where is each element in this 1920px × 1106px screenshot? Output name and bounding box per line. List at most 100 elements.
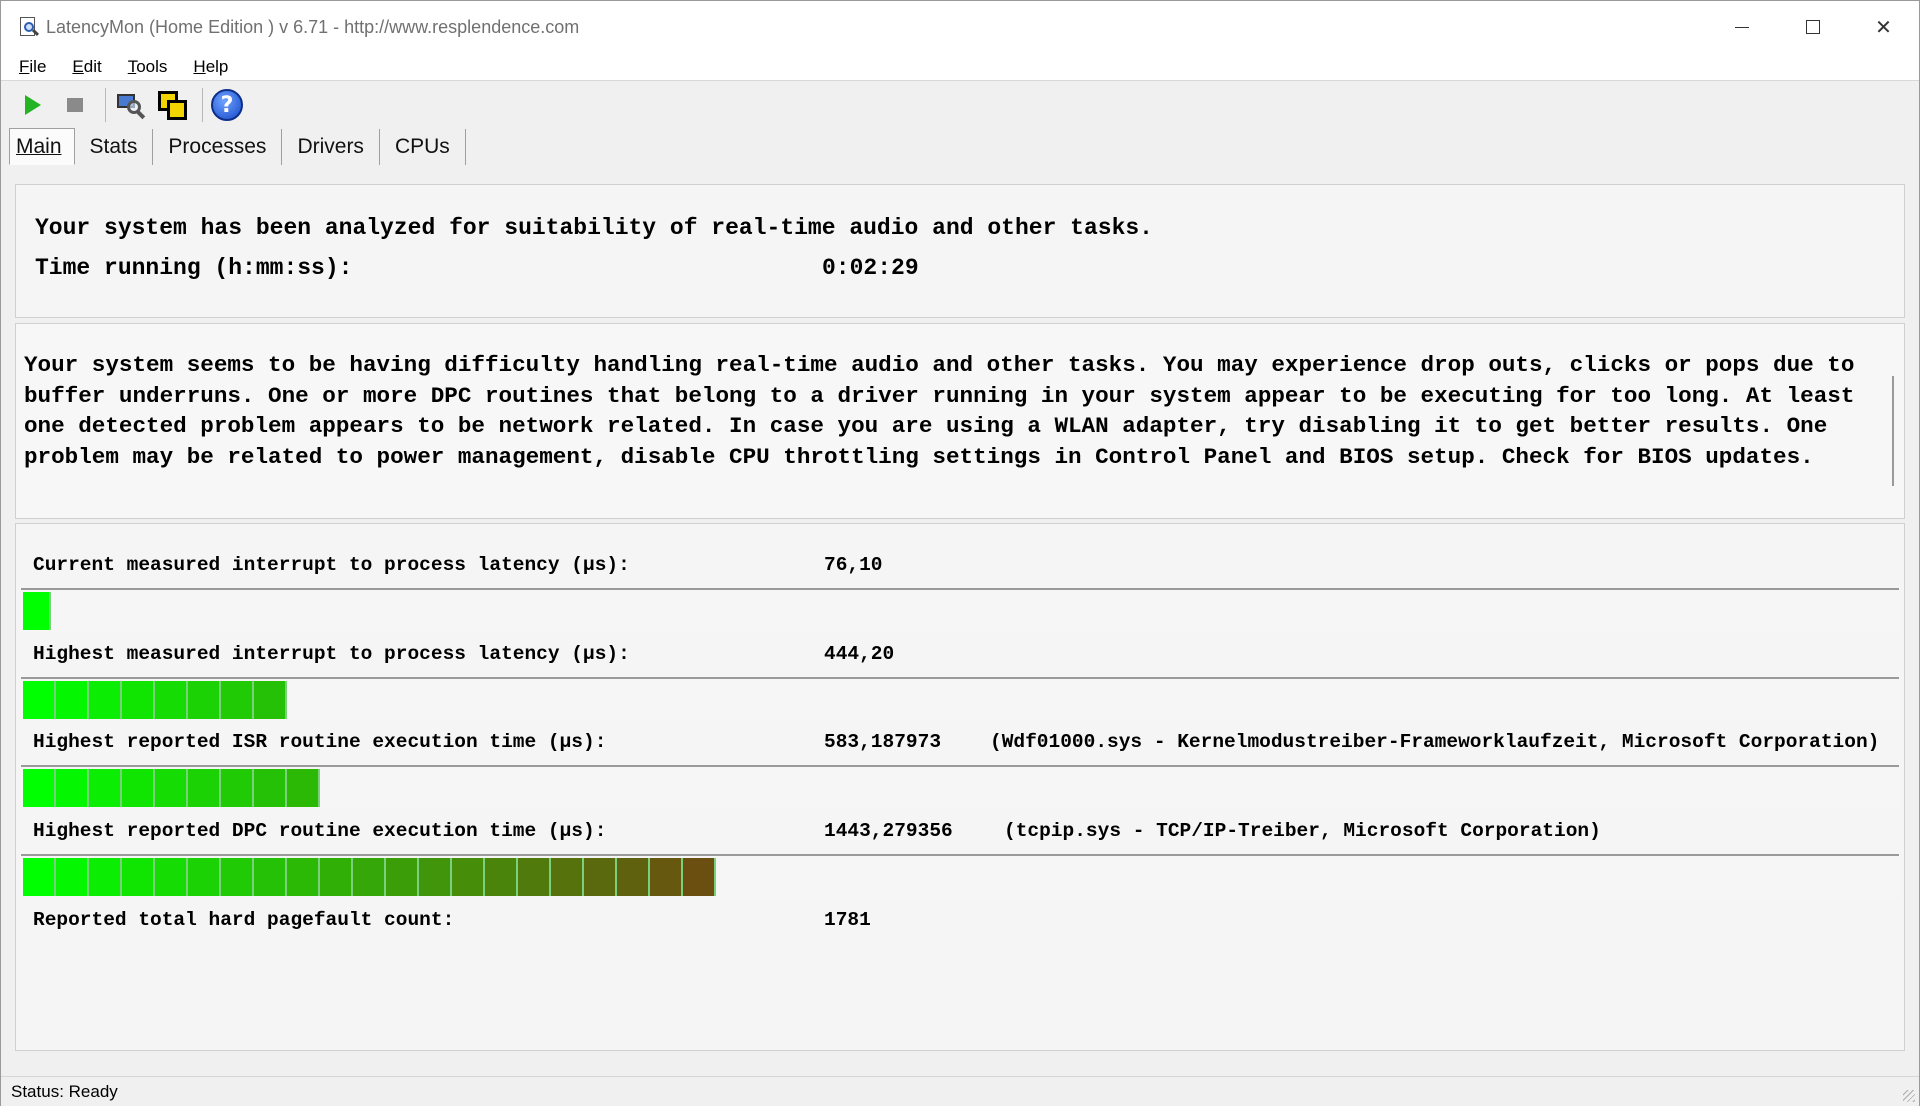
bar-segment	[452, 858, 485, 896]
tab-bar: Main Stats Processes Drivers CPUs	[9, 127, 466, 165]
analysis-statement: Your system has been analyzed for suitab…	[35, 215, 1153, 241]
bar-segment	[518, 858, 551, 896]
bar-segment	[23, 592, 51, 630]
bar-segment	[386, 858, 419, 896]
metric-value-isr-time: 583,187973	[824, 731, 942, 753]
title-bar: LatencyMon (Home Edition ) v 6.71 - http…	[1, 1, 1919, 53]
bar-segment	[56, 681, 89, 719]
resize-grip-icon[interactable]	[1903, 1090, 1915, 1102]
bar-segment	[584, 858, 617, 896]
toolbar-separator	[202, 88, 203, 122]
menu-edit[interactable]: Edit	[68, 57, 105, 77]
tab-main[interactable]: Main	[9, 128, 75, 165]
window-controls: ✕	[1706, 1, 1919, 53]
summary-panel: Your system has been analyzed for suitab…	[15, 184, 1905, 318]
start-button[interactable]	[15, 87, 51, 123]
bar-segment	[155, 769, 188, 807]
menu-file[interactable]: File	[15, 57, 50, 77]
bar-isr-time	[21, 765, 1899, 809]
bar-segment	[122, 681, 155, 719]
toolbar: ?	[1, 83, 1919, 127]
bar-segment	[188, 769, 221, 807]
bar-fill	[23, 592, 51, 630]
metrics-panel: Current measured interrupt to process la…	[15, 523, 1905, 1051]
bar-segment	[221, 858, 254, 896]
close-icon: ✕	[1875, 16, 1892, 39]
bar-segment	[485, 858, 518, 896]
time-running-label: Time running (h:mm:ss):	[35, 255, 353, 281]
bar-segment	[23, 681, 56, 719]
status-bar: Status: Ready	[1, 1076, 1919, 1106]
help-button[interactable]: ?	[209, 87, 245, 123]
stop-icon	[67, 98, 83, 112]
conclusion-message: Your system seems to be having difficult…	[24, 352, 1855, 470]
bar-dpc-time	[21, 854, 1899, 898]
bar-segment	[650, 858, 683, 896]
window-title: LatencyMon (Home Edition ) v 6.71 - http…	[46, 16, 580, 37]
maximize-button[interactable]	[1777, 1, 1848, 53]
metric-label-pagefault-count: Reported total hard pagefault count:	[33, 909, 455, 931]
bar-segment	[254, 858, 287, 896]
bar-segment	[221, 681, 254, 719]
bar-segment	[221, 769, 254, 807]
latencymon-app-icon	[18, 16, 40, 38]
help-icon: ?	[211, 89, 243, 121]
conclusion-panel: Your system seems to be having difficult…	[15, 323, 1905, 519]
monitor-icon	[115, 90, 146, 120]
bar-segment	[23, 769, 56, 807]
metric-label-current-latency: Current measured interrupt to process la…	[33, 554, 630, 576]
bar-segment	[320, 858, 353, 896]
tab-processes[interactable]: Processes	[153, 129, 283, 165]
metric-driver-dpc: (tcpip.sys - TCP/IP-Treiber, Microsoft C…	[1004, 820, 1601, 842]
bar-segment	[56, 858, 89, 896]
bar-segment	[122, 769, 155, 807]
menu-tools[interactable]: Tools	[124, 57, 172, 77]
bar-segment	[89, 769, 122, 807]
tab-cpus[interactable]: CPUs	[380, 129, 466, 165]
tab-stats[interactable]: Stats	[75, 129, 154, 165]
bar-segment	[155, 858, 188, 896]
bar-fill	[23, 769, 320, 807]
metric-value-highest-latency: 444,20	[824, 643, 895, 665]
bar-segment	[23, 858, 56, 896]
bar-segment	[287, 769, 320, 807]
time-running-value: 0:02:29	[822, 255, 919, 281]
bar-segment	[155, 681, 188, 719]
metric-value-pagefault-count: 1781	[824, 909, 871, 931]
metric-label-dpc-time: Highest reported DPC routine execution t…	[33, 820, 607, 842]
bar-segment	[551, 858, 584, 896]
bar-fill	[23, 681, 287, 719]
metric-driver-isr: (Wdf01000.sys - Kernelmodustreiber-Frame…	[990, 731, 1880, 753]
bar-segment	[353, 858, 386, 896]
bar-segment	[122, 858, 155, 896]
metric-label-highest-latency: Highest measured interrupt to process la…	[33, 643, 630, 665]
monitor-button[interactable]	[112, 87, 148, 123]
minimize-icon	[1734, 26, 1749, 28]
bar-segment	[188, 681, 221, 719]
bar-segment	[287, 858, 320, 896]
copy-button[interactable]	[154, 87, 190, 123]
play-icon	[25, 95, 41, 115]
tab-drivers[interactable]: Drivers	[282, 129, 380, 165]
bar-segment	[683, 858, 716, 896]
bar-segment	[419, 858, 452, 896]
copy-icon	[156, 89, 188, 121]
bar-segment	[56, 769, 89, 807]
bar-fill	[23, 858, 716, 896]
bar-segment	[254, 769, 287, 807]
message-scrollbar[interactable]	[1892, 376, 1894, 486]
latencymon-window: LatencyMon (Home Edition ) v 6.71 - http…	[0, 0, 1920, 1106]
bar-current-latency	[21, 588, 1899, 632]
stop-button[interactable]	[57, 87, 93, 123]
close-button[interactable]: ✕	[1848, 1, 1919, 53]
metric-value-dpc-time: 1443,279356	[824, 820, 953, 842]
bar-segment	[89, 681, 122, 719]
bar-segment	[254, 681, 287, 719]
toolbar-separator	[105, 88, 106, 122]
menu-bar: File Edit Tools Help	[1, 53, 1919, 81]
minimize-button[interactable]	[1706, 1, 1777, 53]
maximize-icon	[1805, 20, 1820, 34]
bar-segment	[188, 858, 221, 896]
status-text: Status: Ready	[11, 1082, 118, 1101]
menu-help[interactable]: Help	[189, 57, 232, 77]
